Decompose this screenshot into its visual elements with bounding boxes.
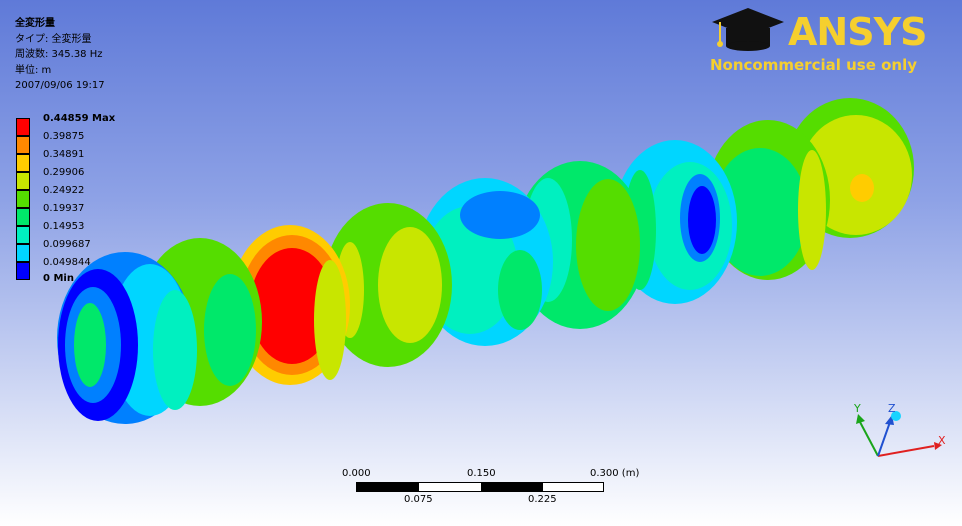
scale-label: 0.150 (467, 468, 496, 479)
axis-triad[interactable]: X Y Z (838, 398, 948, 468)
scale-track (356, 482, 604, 492)
scale-label: 0.000 (342, 468, 371, 479)
scale-label: 0.075 (404, 494, 433, 505)
deformed-model[interactable] (0, 0, 962, 526)
scale-label: 0.225 (528, 494, 557, 505)
scale-label: 0.300 (m) (590, 468, 640, 479)
axis-z-label: Z (888, 402, 896, 415)
axis-y-label: Y (853, 402, 861, 415)
scale-bar: 0.000 0.150 0.300 (m) 0.075 0.225 (340, 468, 640, 518)
axis-x-label: X (938, 434, 946, 447)
graphics-viewport[interactable]: 全変形量 タイプ: 全変形量 周波数: 345.38 Hz 単位: m 2007… (0, 0, 962, 526)
